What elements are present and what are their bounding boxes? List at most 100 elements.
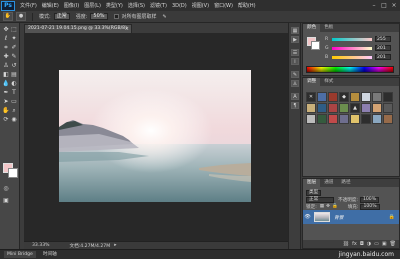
shape-tool-icon[interactable]: ▭	[10, 98, 18, 106]
style-swatch-icon[interactable]	[361, 92, 371, 102]
brush-panel-icon[interactable]: ✎	[291, 71, 299, 78]
minimize-button[interactable]: –	[370, 2, 378, 9]
sample-all-layers-checkbox[interactable]	[113, 14, 119, 19]
move-tool-icon[interactable]: ✥	[2, 26, 10, 34]
green-slider[interactable]	[332, 46, 372, 50]
tab-paths[interactable]: 路径	[337, 179, 354, 187]
visibility-eye-icon[interactable]: 👁	[303, 214, 312, 220]
blend-mode-select[interactable]: 正常	[306, 196, 334, 203]
crop-tool-icon[interactable]: ⌗	[2, 44, 10, 52]
style-swatch-icon[interactable]	[372, 114, 382, 124]
clone-source-panel-icon[interactable]: ♙	[291, 80, 299, 87]
tab-color[interactable]: 颜色	[303, 24, 321, 32]
menu-window[interactable]: 窗口(W)	[214, 2, 233, 9]
status-arrow-icon[interactable]: ▸	[114, 243, 116, 248]
style-swatch-icon[interactable]	[361, 103, 371, 113]
link-layers-icon[interactable]: ⛓	[343, 241, 349, 247]
background-color-swatch[interactable]	[8, 168, 18, 178]
blue-value-input[interactable]: 201	[375, 54, 391, 60]
mode-select[interactable]: 正常	[53, 13, 70, 20]
tab-swatches[interactable]: 色板	[320, 24, 337, 32]
screen-mode-icon[interactable]: ▣	[2, 197, 10, 205]
gradient-tool-icon[interactable]: ▤	[10, 71, 18, 79]
new-layer-icon[interactable]: ▣	[382, 241, 387, 247]
style-swatch-icon[interactable]	[317, 92, 327, 102]
quick-mask-icon[interactable]: ◎	[2, 185, 10, 193]
menu-file[interactable]: 文件(F)	[20, 2, 37, 9]
menu-filter[interactable]: 滤镜(T)	[150, 2, 167, 9]
style-swatch-icon[interactable]	[328, 114, 338, 124]
red-slider[interactable]	[332, 37, 372, 41]
menu-type[interactable]: 类型(Y)	[106, 2, 123, 9]
style-swatch-icon[interactable]	[328, 103, 338, 113]
style-swatch-icon[interactable]	[383, 103, 393, 113]
style-swatch-icon[interactable]	[350, 114, 360, 124]
style-swatch-icon[interactable]	[306, 103, 316, 113]
style-swatch-icon[interactable]	[317, 114, 327, 124]
eraser-tool-icon[interactable]: ◧	[2, 71, 10, 79]
layer-kind-filter[interactable]: 类型	[306, 189, 322, 196]
pen-tool-icon[interactable]: ✒	[2, 89, 10, 97]
add-mask-icon[interactable]: ◘	[360, 241, 364, 247]
adjustment-layer-icon[interactable]: ◑	[367, 241, 371, 247]
3d-camera-tool-icon[interactable]: ◉	[10, 116, 18, 124]
tab-adjustments[interactable]: 调整	[303, 78, 321, 86]
hand-tool-icon[interactable]: ✋	[2, 107, 10, 115]
menu-layer[interactable]: 图层(L)	[84, 2, 101, 9]
menu-image[interactable]: 图像(I)	[64, 2, 79, 9]
quick-select-tool-icon[interactable]: ✦	[10, 35, 18, 43]
info-panel-icon[interactable]: i	[291, 58, 299, 65]
color-spectrum-ramp[interactable]	[306, 66, 394, 73]
menu-edit[interactable]: 编辑(E)	[42, 2, 59, 9]
layer-style-icon[interactable]: fx	[352, 241, 357, 247]
lock-pixels-icon[interactable]: ▦	[320, 204, 324, 209]
style-swatch-icon[interactable]	[328, 92, 338, 102]
style-swatch-icon[interactable]: ▲	[350, 103, 360, 113]
strength-input[interactable]: 50%	[90, 13, 108, 20]
menu-3d[interactable]: 3D(D)	[172, 3, 187, 9]
document-size[interactable]: 文档:4.27M/4.27M	[70, 243, 111, 249]
zoom-tool-icon[interactable]: ⌕	[10, 107, 18, 115]
maximize-button[interactable]: □	[380, 2, 388, 9]
properties-panel-icon[interactable]: ☰	[291, 49, 299, 56]
tab-layers[interactable]: 图层	[303, 179, 321, 187]
style-swatch-icon[interactable]	[317, 103, 327, 113]
healing-brush-tool-icon[interactable]: ✚	[2, 53, 10, 61]
style-swatch-icon[interactable]: ✕	[306, 92, 316, 102]
style-swatch-icon[interactable]	[372, 103, 382, 113]
opacity-input[interactable]: 100%	[359, 196, 380, 203]
style-swatch-icon[interactable]	[306, 114, 316, 124]
color-panel-background-swatch[interactable]	[311, 41, 320, 50]
menu-select[interactable]: 选择(S)	[128, 2, 145, 9]
style-swatch-icon[interactable]	[339, 103, 349, 113]
3d-rotate-tool-icon[interactable]: ⟳	[2, 116, 10, 124]
blur-tool-icon[interactable]: 💧	[2, 80, 10, 88]
style-swatch-icon[interactable]	[383, 92, 393, 102]
zoom-readout[interactable]: 33.33%	[32, 243, 50, 248]
type-tool-icon[interactable]: T	[10, 89, 18, 97]
path-select-tool-icon[interactable]: ➤	[2, 98, 10, 106]
dodge-tool-icon[interactable]: ◐	[10, 80, 18, 88]
lock-all-icon[interactable]: 🔒	[332, 204, 338, 209]
style-swatch-icon[interactable]	[383, 114, 393, 124]
style-swatch-icon[interactable]	[372, 92, 382, 102]
clone-stamp-tool-icon[interactable]: ♙	[2, 62, 10, 70]
style-swatch-icon[interactable]	[361, 114, 371, 124]
style-swatch-icon[interactable]	[339, 114, 349, 124]
tab-channels[interactable]: 通道	[320, 179, 337, 187]
tab-mini-bridge[interactable]: Mini Bridge	[4, 251, 36, 258]
green-value-input[interactable]: 201	[375, 45, 391, 51]
marquee-tool-icon[interactable]: ⬚	[10, 26, 18, 34]
menu-view[interactable]: 视图(V)	[192, 2, 209, 9]
brush-tool-icon[interactable]: ✎	[10, 53, 18, 61]
pressure-icon[interactable]: ✎	[163, 14, 167, 20]
canvas-image[interactable]	[59, 70, 251, 202]
style-swatch-icon[interactable]: ◆	[339, 92, 349, 102]
red-value-input[interactable]: 255	[375, 36, 391, 42]
tab-timeline[interactable]: 时间轴	[40, 251, 60, 258]
brush-preset-picker[interactable]: ●	[16, 12, 26, 21]
eyedropper-tool-icon[interactable]: ✐	[10, 44, 18, 52]
close-button[interactable]: ×	[390, 2, 398, 9]
close-document-icon[interactable]: ×	[125, 25, 129, 33]
menu-help[interactable]: 帮助(H)	[238, 2, 256, 9]
